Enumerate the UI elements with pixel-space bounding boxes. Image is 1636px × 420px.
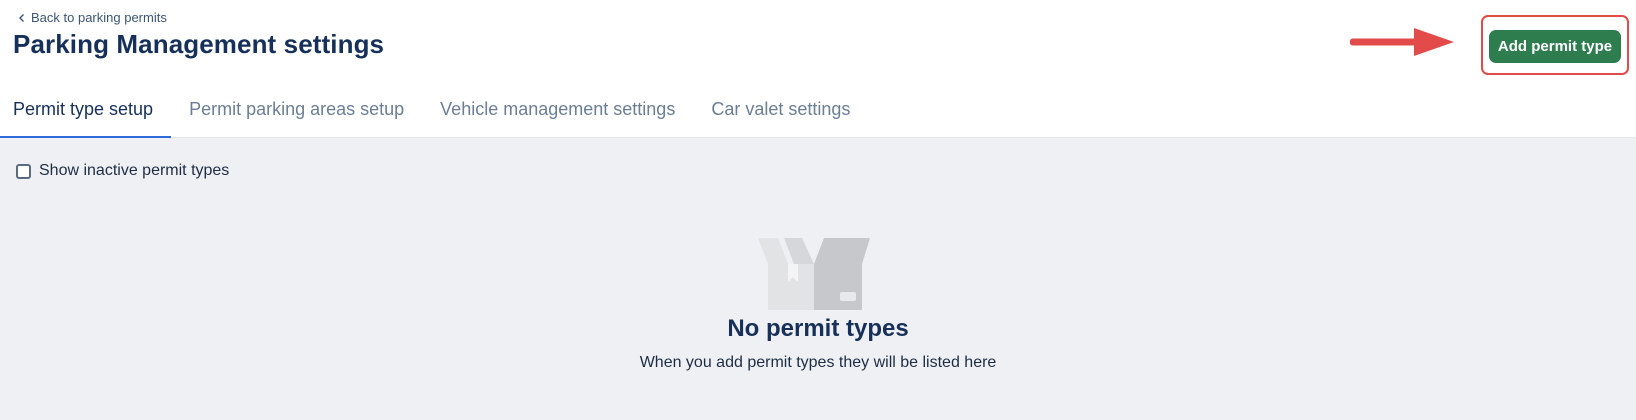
settings-tabs: Permit type setup Permit parking areas s… [0,88,1636,138]
empty-box-icon [758,238,870,310]
empty-state-subtitle: When you add permit types they will be l… [639,354,997,371]
tab-permit-parking-areas-setup[interactable]: Permit parking areas setup [171,82,422,137]
show-inactive-toggle[interactable]: Show inactive permit types [16,162,229,180]
chevron-left-icon [19,13,24,22]
add-permit-type-button[interactable]: Add permit type [1489,30,1621,63]
back-link-label: Back to parking permits [31,10,167,25]
tab-car-valet-settings[interactable]: Car valet settings [693,82,868,137]
page-title: Parking Management settings [13,29,385,59]
annotation-arrow-icon [1350,28,1454,56]
show-inactive-label: Show inactive permit types [39,162,230,179]
add-button-highlight: Add permit type [1481,15,1629,75]
tab-permit-type-setup[interactable]: Permit type setup [0,82,172,138]
back-to-parking-permits-link[interactable]: Back to parking permits [17,10,167,25]
empty-state-title: No permit types [727,315,909,342]
tab-vehicle-management-settings[interactable]: Vehicle management settings [422,82,693,137]
permit-types-panel: Show inactive permit types No permit typ… [0,138,1636,420]
show-inactive-checkbox[interactable] [16,163,31,179]
